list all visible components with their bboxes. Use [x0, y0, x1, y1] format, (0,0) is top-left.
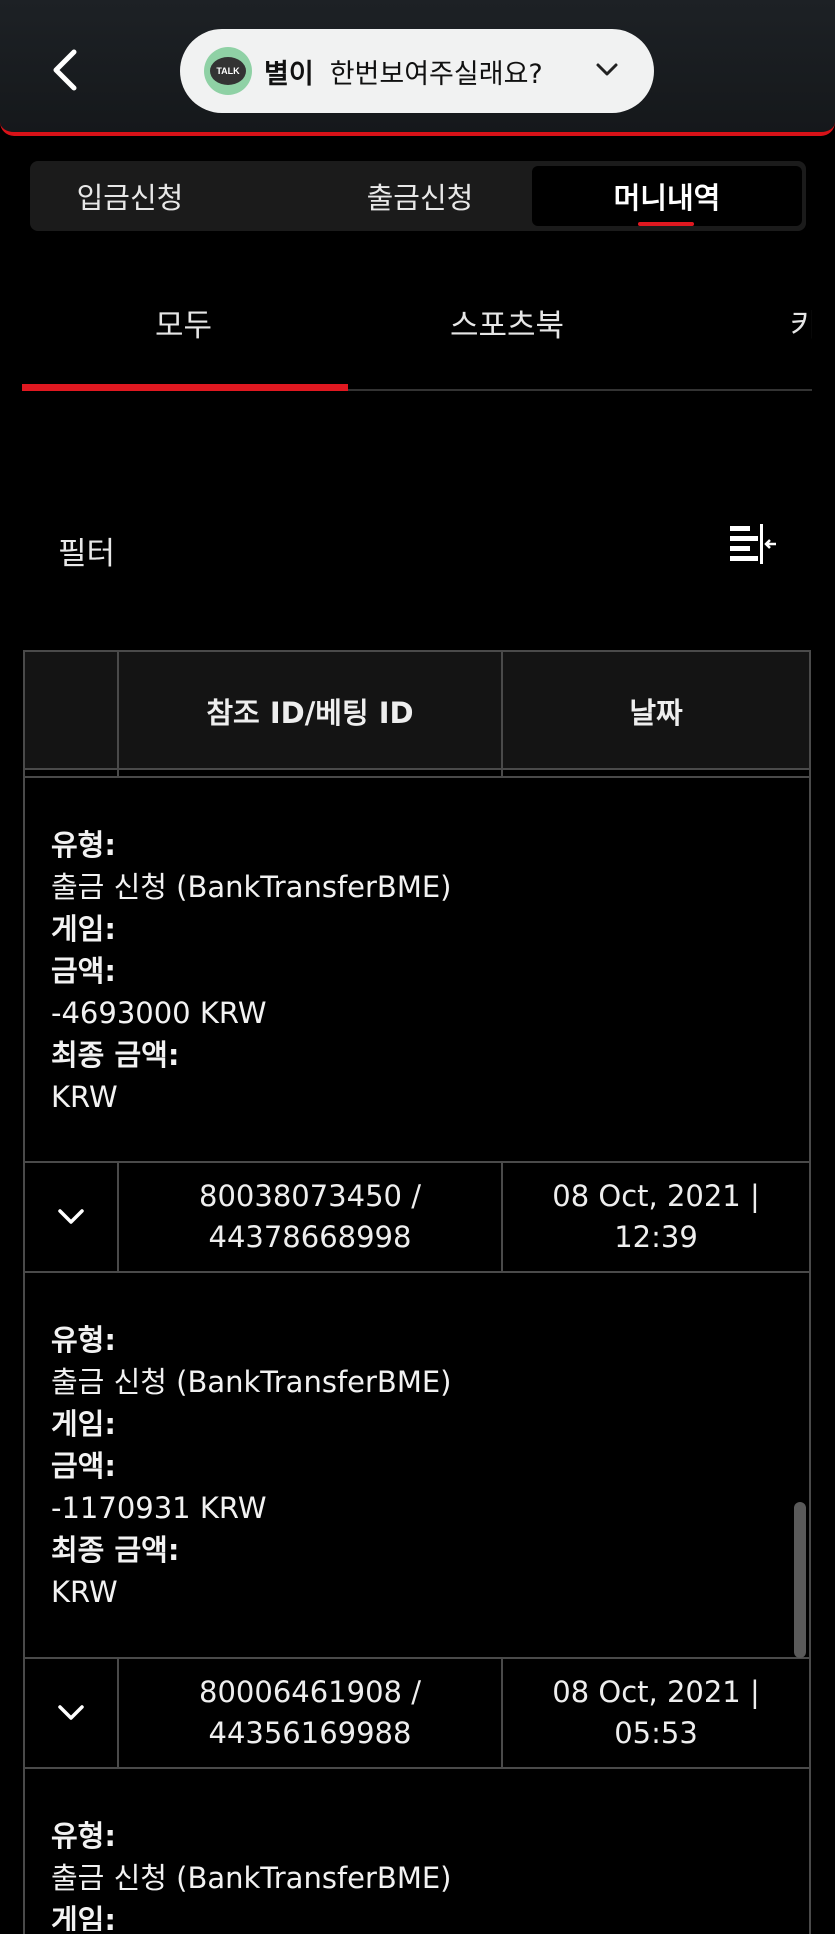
talk-contact-name: 별이	[264, 58, 314, 90]
detail-panel: 유형: 출금 신청 (BankTransferBME) 게임:	[51, 1815, 451, 1931]
chevron-down-icon	[58, 1209, 84, 1224]
type-label: 유형:	[51, 1819, 116, 1853]
segment-deposit[interactable]: 입금신청	[30, 161, 230, 231]
talk-chat-pill[interactable]: TALK 별이 한번보여주실래요?	[180, 29, 654, 113]
talk-message: 한번보여주실래요?	[329, 58, 543, 90]
header-date: 날짜	[629, 696, 683, 730]
detail-panel: 유형: 출금 신청 (BankTransferBME) 게임: 금액: -469…	[51, 824, 451, 1118]
row-divider	[25, 1767, 809, 1769]
chevron-left-icon	[53, 49, 77, 91]
amount-label: 금액:	[51, 1449, 116, 1483]
expand-row-button[interactable]	[25, 1659, 117, 1767]
row-divider	[25, 776, 809, 778]
final-amount-label: 최종 금액:	[51, 1038, 180, 1072]
money-history-table: 참조 ID/베팅 ID 날짜 유형: 출금 신청 (BankTransferBM…	[23, 650, 811, 1934]
chevron-down-icon	[58, 1705, 84, 1720]
amount-value: -1170931 KRW	[51, 1491, 267, 1525]
subtab-active-indicator	[22, 384, 348, 391]
game-label: 게임:	[51, 1407, 116, 1441]
date-text: 08 Oct, 2021 |	[552, 1179, 760, 1213]
game-label: 게임:	[51, 1903, 116, 1931]
segment-money-history[interactable]: 머니내역	[532, 166, 802, 226]
scrollbar-thumb[interactable]	[794, 1502, 806, 1658]
amount-label: 금액:	[51, 954, 116, 988]
subtab-all[interactable]: 모두	[155, 300, 212, 345]
ref-id-text: 80006461908 /	[199, 1675, 421, 1709]
type-value: 출금 신청 (BankTransferBME)	[51, 870, 452, 904]
segment-control: 입금신청 출금신청 머니내역	[30, 161, 806, 231]
type-label: 유형:	[51, 828, 116, 862]
table-header: 참조 ID/베팅 ID 날짜	[25, 652, 809, 770]
chevron-down-icon[interactable]	[594, 57, 620, 83]
final-amount-label: 최종 금액:	[51, 1533, 180, 1567]
segment-active-indicator	[638, 222, 694, 226]
header-ref-id: 참조 ID/베팅 ID	[206, 696, 414, 730]
type-label: 유형:	[51, 1323, 116, 1357]
back-button[interactable]	[40, 40, 90, 100]
subtab-sportsbook[interactable]: 스포츠북	[450, 300, 564, 345]
kakaotalk-icon: TALK	[204, 47, 252, 95]
amount-value: -4693000 KRW	[51, 996, 267, 1030]
filter-label[interactable]: 필터	[58, 528, 115, 573]
col-sep	[501, 652, 503, 770]
date-cell: 08 Oct, 2021 | 12:39	[503, 1163, 809, 1271]
game-label: 게임:	[51, 912, 116, 946]
date-text: 08 Oct, 2021 |	[552, 1675, 760, 1709]
bet-id-text: 44378668998	[208, 1220, 412, 1254]
ref-id-cell: 80006461908 / 44356169988	[119, 1659, 501, 1767]
ref-id-text: 80038073450 /	[199, 1179, 421, 1213]
type-value: 출금 신청 (BankTransferBME)	[51, 1365, 452, 1399]
filter-list-icon[interactable]	[728, 522, 778, 566]
time-text: 05:53	[614, 1716, 698, 1750]
bet-id-text: 44356169988	[208, 1716, 412, 1750]
subtab-clipped[interactable]: 키	[790, 300, 812, 345]
final-amount-value: KRW	[51, 1575, 118, 1609]
date-cell: 08 Oct, 2021 | 05:53	[503, 1659, 809, 1767]
row-divider	[25, 1271, 809, 1273]
top-header: TALK 별이 한번보여주실래요?	[0, 0, 835, 136]
col-sep	[117, 652, 119, 770]
expand-row-button[interactable]	[25, 1163, 117, 1271]
talk-badge-text: TALK	[210, 57, 246, 85]
final-amount-value: KRW	[51, 1080, 118, 1114]
type-value: 출금 신청 (BankTransferBME)	[51, 1861, 452, 1895]
ref-id-cell: 80038073450 / 44378668998	[119, 1163, 501, 1271]
detail-panel: 유형: 출금 신청 (BankTransferBME) 게임: 금액: -117…	[51, 1319, 451, 1613]
time-text: 12:39	[614, 1220, 698, 1254]
